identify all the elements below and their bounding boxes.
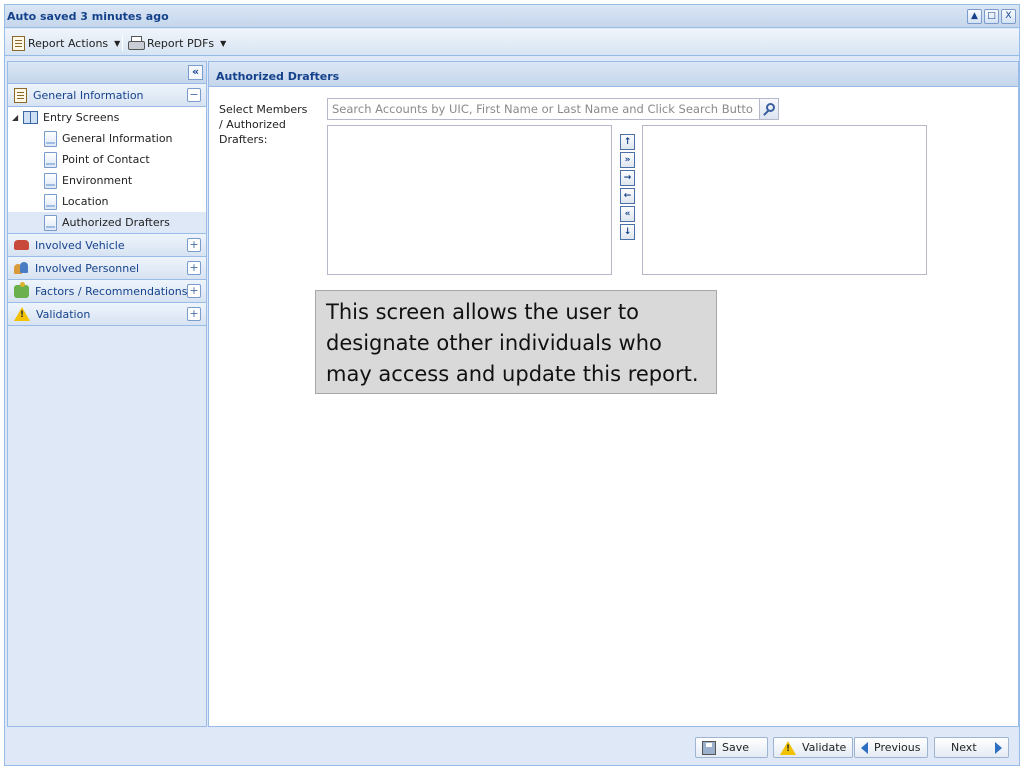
tree-item-label: Authorized Drafters (62, 216, 170, 229)
page-icon (44, 172, 57, 189)
chevron-down-icon: ▼ (220, 38, 227, 48)
page-icon (44, 193, 57, 210)
save-button[interactable]: Save (695, 737, 769, 758)
add-all-button[interactable]: » (620, 152, 635, 168)
window-maximize-button[interactable]: □ (984, 9, 999, 24)
section-label: Validation (36, 307, 91, 321)
warning-icon (14, 307, 30, 321)
tree-item-authorized-drafters[interactable]: Authorized Drafters (8, 212, 206, 233)
tree-item-point-of-contact[interactable]: Point of Contact (8, 149, 206, 170)
next-label: Next (951, 741, 977, 754)
arrow-right-icon (994, 741, 1002, 754)
tree-node-label: Entry Screens (43, 111, 120, 124)
window-title: Auto saved 3 minutes ago (7, 10, 169, 23)
report-actions-menu-button[interactable]: Report Actions ▼ (10, 33, 122, 53)
previous-label: Previous (874, 741, 921, 754)
expand-section-button[interactable]: + (187, 238, 201, 252)
puzzle-icon (14, 281, 29, 298)
move-down-button[interactable]: ↓ (620, 224, 635, 240)
report-actions-label: Report Actions (28, 36, 109, 50)
tree-item-label: Point of Contact (62, 153, 150, 166)
remove-selected-button[interactable]: ← (620, 188, 635, 204)
report-icon (12, 35, 25, 51)
chevron-down-icon: ▼ (114, 38, 121, 48)
account-search-input[interactable] (328, 99, 758, 119)
expand-arrow-icon[interactable]: ◢ (12, 113, 18, 122)
previous-button[interactable]: Previous (854, 737, 928, 758)
panel-title: Authorized Drafters (209, 62, 1018, 87)
section-general-information[interactable]: General Information − (8, 84, 206, 107)
section-label: Involved Vehicle (35, 238, 125, 252)
navigation-panel: « General Information − ◢ Entry Screens … (7, 61, 207, 727)
section-validation[interactable]: Validation + (8, 303, 206, 326)
save-icon (702, 740, 716, 755)
printer-icon (128, 36, 145, 50)
help-callout: This screen allows the user to designate… (315, 290, 717, 394)
available-members-list[interactable] (327, 125, 612, 275)
expand-section-button[interactable]: + (187, 284, 201, 298)
move-up-button[interactable]: ↑ (620, 134, 635, 150)
expand-section-button[interactable]: + (187, 307, 201, 321)
add-selected-button[interactable]: → (620, 170, 635, 186)
page-icon (44, 214, 57, 231)
report-pdfs-menu-button[interactable]: Report PDFs ▼ (126, 33, 228, 53)
collapse-section-button[interactable]: − (187, 88, 201, 102)
section-involved-personnel[interactable]: Involved Personnel + (8, 257, 206, 280)
search-button[interactable] (759, 99, 778, 119)
main-toolbar: Report Actions ▼ Report PDFs ▼ (5, 29, 1019, 56)
authorized-drafters-panel: Authorized Drafters Select Members / Aut… (208, 61, 1019, 727)
item-selector-controls: ↑ » → ← « ↓ (620, 134, 635, 240)
save-label: Save (722, 741, 750, 754)
tree-item-location[interactable]: Location (8, 191, 206, 212)
remove-all-button[interactable]: « (620, 206, 635, 222)
navigation-panel-header: « (8, 62, 206, 84)
collapse-panel-button[interactable]: « (188, 65, 203, 80)
section-label: General Information (33, 88, 144, 102)
account-search-box (327, 98, 779, 120)
section-involved-vehicle[interactable]: Involved Vehicle + (8, 234, 206, 257)
page-icon (44, 130, 57, 147)
window-close-button[interactable]: X (1001, 9, 1016, 24)
tree-item-environment[interactable]: Environment (8, 170, 206, 191)
window-titlebar: Auto saved 3 minutes ago ▲ □ X (5, 5, 1019, 28)
vehicle-icon (14, 240, 29, 250)
arrow-left-icon (861, 741, 868, 754)
report-icon (14, 87, 27, 103)
section-factors-recommendations[interactable]: Factors / Recommendations + (8, 280, 206, 303)
people-icon (14, 261, 29, 275)
authorized-drafters-list[interactable] (642, 125, 927, 275)
validate-label: Validate (802, 741, 847, 754)
tree-node-entry-screens[interactable]: ◢ Entry Screens (8, 107, 206, 128)
report-pdfs-label: Report PDFs (147, 36, 215, 50)
warning-icon (780, 740, 796, 755)
expand-section-button[interactable]: + (187, 261, 201, 275)
next-button[interactable]: Next (934, 737, 1009, 758)
toolbar-separator (122, 35, 123, 51)
select-members-label: Select Members / Authorized Drafters: (219, 103, 308, 146)
section-label: Involved Personnel (35, 261, 140, 275)
footer-button-bar: Save Validate Previous Next (5, 727, 1019, 765)
book-icon (23, 111, 38, 124)
tree-item-general-information[interactable]: General Information (8, 128, 206, 149)
page-icon (44, 151, 57, 168)
validate-button[interactable]: Validate (773, 737, 854, 758)
entry-screens-tree: ◢ Entry Screens General Information Poin… (8, 107, 206, 234)
tree-item-label: Environment (62, 174, 133, 187)
window-collapse-button[interactable]: ▲ (967, 9, 982, 24)
section-label: Factors / Recommendations (35, 284, 188, 298)
tree-item-label: General Information (62, 132, 173, 145)
window-tools: ▲ □ X (967, 9, 1016, 24)
search-icon (766, 103, 775, 112)
tree-item-label: Location (62, 195, 109, 208)
